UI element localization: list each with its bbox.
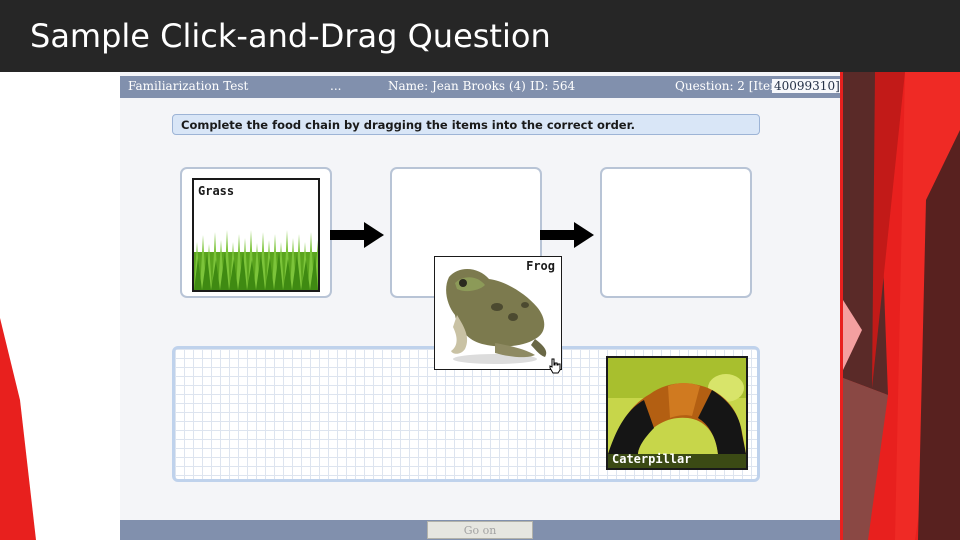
- draggable-caterpillar-card[interactable]: Caterpillar: [606, 356, 748, 470]
- hand-cursor-icon: [549, 358, 561, 374]
- instruction-text: Complete the food chain by dragging the …: [172, 114, 760, 135]
- header-dots: ...: [330, 79, 342, 93]
- drop-slot-3[interactable]: [600, 167, 752, 298]
- arrow-right-icon: [540, 222, 594, 248]
- question-number: Question: 2 [Item: [675, 79, 782, 93]
- test-header: Familiarization Test ... Name: Jean Broo…: [120, 76, 840, 98]
- caterpillar-label: Caterpillar: [612, 452, 692, 466]
- grass-label: Grass: [198, 184, 235, 198]
- frog-image: [435, 257, 560, 368]
- student-name: Name: Jean Brooks (4): [388, 79, 526, 93]
- test-footer: Go on: [120, 520, 840, 540]
- test-window: Familiarization Test ... Name: Jean Broo…: [120, 72, 840, 540]
- test-name: Familiarization Test: [128, 79, 249, 93]
- frog-label: Frog: [526, 259, 555, 273]
- go-on-button[interactable]: Go on: [427, 521, 533, 539]
- item-number: 40099310]: [772, 79, 840, 93]
- draggable-frog-card[interactable]: Frog: [434, 256, 562, 370]
- draggable-grass-card[interactable]: Grass: [192, 178, 320, 292]
- decor-left-red: [0, 318, 36, 540]
- student-id: ID: 564: [530, 79, 576, 93]
- arrow-right-icon: [330, 222, 384, 248]
